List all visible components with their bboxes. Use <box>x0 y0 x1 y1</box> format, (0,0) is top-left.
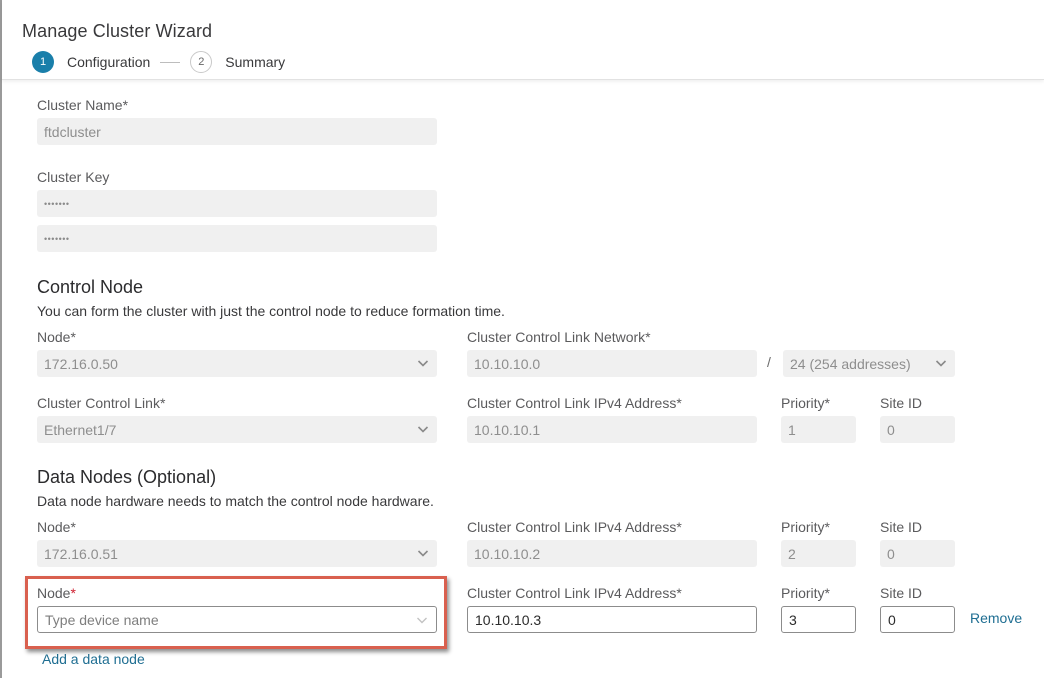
required-mark: * <box>70 585 76 601</box>
chevron-down-icon <box>417 423 429 435</box>
cluster-key-confirm-value: ••••••• <box>44 233 70 244</box>
data-node-1-ccl-ipv4-input: 10.10.10.2 <box>467 540 757 567</box>
data-node-1-priority-label: Priority* <box>781 519 831 535</box>
data-node-1-site-id-input: 0 <box>880 540 955 567</box>
ccl-network-input: 10.10.10.0 <box>467 350 757 377</box>
data-node-2-ccl-ipv4-label: Cluster Control Link IPv4 Address* <box>467 585 682 601</box>
ccl-label: Cluster Control Link* <box>37 395 166 411</box>
data-node-2-ccl-ipv4-input[interactable]: 10.10.10.3 <box>467 606 757 633</box>
data-node-2-label: Node* <box>37 585 76 601</box>
data-node-1-label: Node* <box>37 519 76 535</box>
wizard-stepper: 1 Configuration 2 Summary <box>32 51 285 73</box>
control-site-id-input: 0 <box>880 416 955 443</box>
ccl-network-label: Cluster Control Link Network* <box>467 329 651 345</box>
cluster-key-label: Cluster Key <box>37 169 110 185</box>
control-site-id-value: 0 <box>887 421 895 438</box>
netmask-separator: / <box>767 354 771 370</box>
data-node-1-select: 172.16.0.51 <box>37 540 437 567</box>
step-connector <box>160 61 181 63</box>
netmask-select: 24 (254 addresses) <box>783 350 955 377</box>
add-data-node-link[interactable]: Add a data node <box>42 651 145 667</box>
control-priority-input: 1 <box>781 416 856 443</box>
control-node-select: 172.16.0.50 <box>37 350 437 377</box>
step-2-label[interactable]: Summary <box>225 54 285 70</box>
control-priority-value: 1 <box>788 421 796 438</box>
cluster-key-confirm-input: ••••••• <box>37 225 437 252</box>
data-node-2-site-id-label: Site ID <box>880 585 923 601</box>
data-node-1-value: 172.16.0.51 <box>44 545 118 562</box>
data-node-2-placeholder: Type device name <box>45 611 159 628</box>
ccl-value: Ethernet1/7 <box>44 421 117 438</box>
data-node-1-site-id-value: 0 <box>887 545 895 562</box>
data-node-2-site-id-input[interactable]: 0 <box>880 606 955 633</box>
data-nodes-heading: Data Nodes (Optional) <box>37 467 217 487</box>
control-ccl-ipv4-value: 10.10.10.1 <box>474 421 541 438</box>
data-node-2-site-id-value: 0 <box>888 611 896 628</box>
chevron-down-icon <box>935 357 947 369</box>
data-node-2-priority-input[interactable]: 3 <box>781 606 856 633</box>
data-node-1-site-id-label: Site ID <box>880 519 923 535</box>
data-node-2-priority-label: Priority* <box>781 585 831 601</box>
chevron-down-icon <box>417 357 429 369</box>
wizard-header: Manage Cluster Wizard 1 Configuration 2 … <box>2 0 1044 80</box>
step-1-indicator[interactable]: 1 <box>32 51 54 73</box>
control-ccl-ipv4-label: Cluster Control Link IPv4 Address* <box>467 395 682 411</box>
wizard-title: Manage Cluster Wizard <box>22 21 213 41</box>
cluster-name-value: ftdcluster <box>44 123 101 140</box>
data-node-1-priority-value: 2 <box>788 545 796 562</box>
data-node-2-select[interactable]: Type device name <box>37 606 437 633</box>
cluster-name-label: Cluster Name* <box>37 97 129 113</box>
data-nodes-description: Data node hardware needs to match the co… <box>37 493 434 509</box>
data-node-2-ccl-ipv4-value: 10.10.10.3 <box>475 611 542 628</box>
control-node-value: 172.16.0.50 <box>44 355 118 372</box>
step-1-label[interactable]: Configuration <box>67 54 150 70</box>
chevron-down-icon[interactable] <box>416 614 428 626</box>
data-node-2-label-text: Node <box>37 585 71 601</box>
control-node-heading: Control Node <box>37 277 144 297</box>
data-node-1-ccl-ipv4-label: Cluster Control Link IPv4 Address* <box>467 519 682 535</box>
control-priority-label: Priority* <box>781 395 831 411</box>
control-node-label: Node* <box>37 329 76 345</box>
control-ccl-ipv4-input: 10.10.10.1 <box>467 416 757 443</box>
ccl-network-value: 10.10.10.0 <box>474 355 541 372</box>
window-edge <box>0 0 2 678</box>
cluster-name-input: ftdcluster <box>37 118 437 145</box>
cluster-key-value: ••••••• <box>44 198 70 209</box>
control-site-id-label: Site ID <box>880 395 923 411</box>
netmask-value: 24 (254 addresses) <box>790 355 911 372</box>
data-node-2-priority-value: 3 <box>789 611 797 628</box>
data-node-1-priority-input: 2 <box>781 540 856 567</box>
control-node-description: You can form the cluster with just the c… <box>37 303 505 319</box>
chevron-down-icon <box>417 547 429 559</box>
ccl-select: Ethernet1/7 <box>37 416 437 443</box>
cluster-key-input: ••••••• <box>37 190 437 217</box>
remove-data-node-link[interactable]: Remove <box>970 610 1022 626</box>
step-2-indicator[interactable]: 2 <box>190 51 213 73</box>
data-node-1-ccl-ipv4-value: 10.10.10.2 <box>474 545 541 562</box>
